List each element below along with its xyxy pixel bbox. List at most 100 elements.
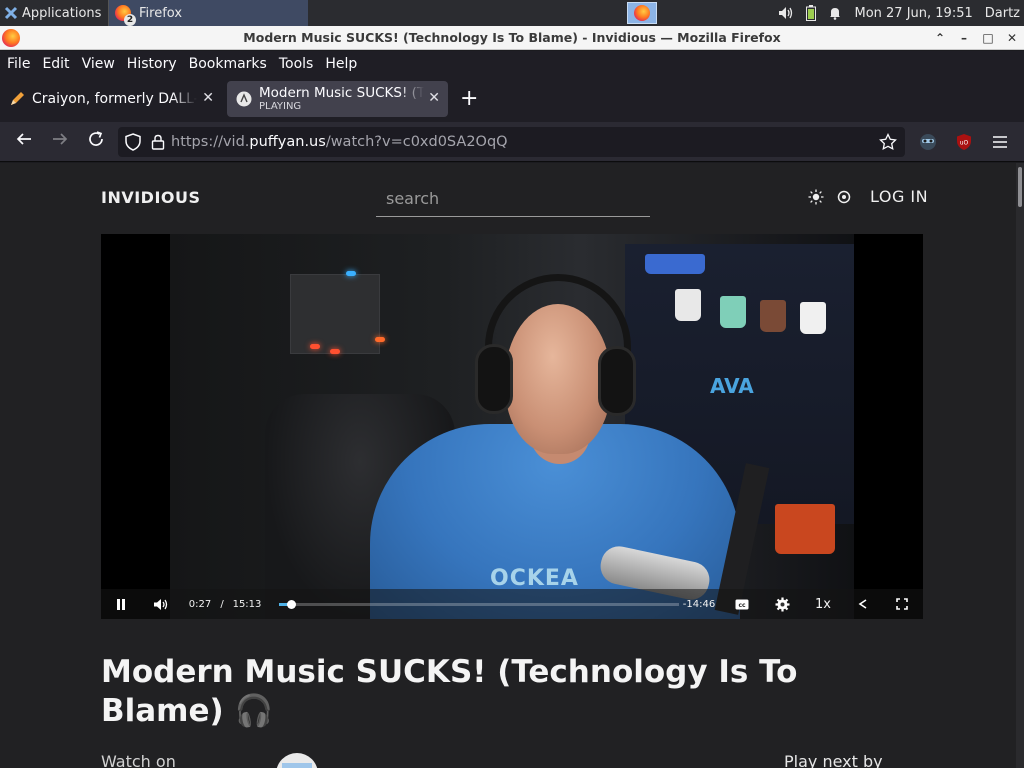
time-separator: / bbox=[220, 598, 224, 610]
progress-bar[interactable] bbox=[279, 600, 679, 609]
video-frame: AVA OCKEA bbox=[170, 234, 854, 619]
maximize-button[interactable]: □ bbox=[982, 31, 994, 45]
mug bbox=[760, 300, 786, 332]
captions-icon[interactable]: cc bbox=[733, 596, 751, 612]
clock[interactable]: Mon 27 Jun, 19:51 bbox=[854, 6, 972, 21]
red-led bbox=[375, 337, 385, 342]
minimize-button[interactable]: – bbox=[958, 31, 970, 45]
share-icon[interactable] bbox=[856, 596, 870, 612]
taskbar-label: Firefox bbox=[139, 5, 183, 21]
invidious-favicon-icon bbox=[236, 91, 252, 107]
url-text[interactable]: https://vid.puffyan.us/watch?v=c0xd0SA2O… bbox=[171, 134, 508, 150]
new-tab-plus-icon[interactable]: + bbox=[460, 87, 478, 111]
preferences-gear-icon[interactable] bbox=[836, 189, 852, 205]
privacy-extension-icon[interactable] bbox=[916, 130, 940, 154]
blue-led bbox=[346, 271, 356, 276]
tab-invidious-active[interactable]: Modern Music SUCKS! (Technology Is To Bl… bbox=[227, 81, 448, 117]
applications-menu[interactable]: Applications ⋮ bbox=[0, 0, 122, 26]
remaining-time: -14:46 bbox=[682, 598, 716, 610]
menu-edit[interactable]: Edit bbox=[38, 56, 73, 72]
navigation-toolbar: https://vid.puffyan.us/watch?v=c0xd0SA2O… bbox=[0, 122, 1024, 162]
menu-bar: File Edit View History Bookmarks Tools H… bbox=[0, 51, 1024, 77]
page-scrollbar[interactable] bbox=[1016, 163, 1024, 768]
reload-icon[interactable] bbox=[84, 130, 108, 154]
panel-tray: Mon 27 Jun, 19:51 Dartz bbox=[778, 0, 1024, 26]
mug bbox=[800, 302, 826, 334]
firefox-icon: 2 bbox=[115, 5, 136, 26]
search-input[interactable]: search bbox=[376, 181, 650, 217]
player-controls: 0:27 / 15:13 -14:46 cc 1x bbox=[101, 589, 923, 619]
shade-button[interactable]: ⌃ bbox=[934, 31, 946, 45]
ava-logo-text: AVA bbox=[710, 374, 754, 398]
progress-handle[interactable] bbox=[287, 600, 296, 609]
current-time: 0:27 bbox=[188, 598, 212, 610]
window-count-badge: 2 bbox=[124, 14, 136, 26]
menu-view[interactable]: View bbox=[78, 56, 119, 72]
fullscreen-icon[interactable] bbox=[895, 596, 909, 612]
firefox-icon bbox=[634, 5, 650, 21]
header-actions: LOG IN bbox=[808, 187, 928, 206]
window-titlebar[interactable]: Modern Music SUCKS! (Technology Is To Bl… bbox=[0, 26, 1024, 50]
bookmark-star-icon[interactable] bbox=[879, 133, 897, 151]
taskbar-firefox[interactable]: 2 Firefox bbox=[108, 0, 308, 26]
audio-rack-equipment bbox=[290, 274, 380, 354]
login-link[interactable]: LOG IN bbox=[870, 187, 928, 206]
close-tab-icon[interactable]: ✕ bbox=[428, 90, 440, 106]
screen: Applications ⋮ 2 Firefox bbox=[0, 0, 1024, 768]
lock-icon[interactable] bbox=[151, 134, 165, 150]
pencil-icon bbox=[11, 92, 24, 105]
tab-strip: Craiyon, formerly DALL-E mini ✕ Modern M… bbox=[0, 77, 1024, 122]
duration: 15:13 bbox=[232, 598, 262, 610]
menu-file[interactable]: File bbox=[3, 56, 34, 72]
watch-on-label: Watch on bbox=[101, 752, 176, 768]
red-led bbox=[310, 344, 320, 349]
applications-label: Applications bbox=[22, 5, 102, 21]
svg-text:cc: cc bbox=[738, 602, 746, 609]
firefox-icon bbox=[2, 29, 20, 47]
xfce-logo-icon bbox=[4, 6, 18, 20]
menu-tools[interactable]: Tools bbox=[275, 56, 318, 72]
tab-label: Modern Music SUCKS! (Technology Is To Bl… bbox=[259, 85, 424, 101]
menu-help[interactable]: Help bbox=[321, 56, 361, 72]
close-tab-icon[interactable]: ✕ bbox=[202, 90, 214, 106]
mug bbox=[675, 289, 701, 321]
channel-avatar[interactable] bbox=[276, 753, 318, 768]
tab-craiyon[interactable]: Craiyon, formerly DALL-E mini ✕ bbox=[0, 81, 222, 117]
scrollbar-thumb[interactable] bbox=[1018, 167, 1022, 207]
box bbox=[775, 504, 835, 554]
menu-bookmarks[interactable]: Bookmarks bbox=[185, 56, 271, 72]
back-arrow-icon[interactable] bbox=[12, 130, 36, 154]
desktop-panel: Applications ⋮ 2 Firefox bbox=[0, 0, 1024, 26]
workspace-firefox-icon[interactable] bbox=[627, 2, 657, 24]
user-name[interactable]: Dartz bbox=[985, 6, 1020, 21]
window-title: Modern Music SUCKS! (Technology Is To Bl… bbox=[243, 30, 781, 45]
invidious-logo[interactable]: INVIDIOUS bbox=[101, 188, 201, 207]
tab-playing-status: PLAYING bbox=[259, 100, 302, 112]
settings-gear-icon[interactable] bbox=[773, 596, 791, 612]
battery-icon[interactable] bbox=[806, 5, 817, 21]
window-controls: ⌃ – □ ✕ bbox=[934, 26, 1018, 50]
person-head bbox=[505, 304, 611, 454]
red-led bbox=[330, 349, 340, 354]
close-window-button[interactable]: ✕ bbox=[1006, 31, 1018, 45]
menu-history[interactable]: History bbox=[123, 56, 181, 72]
tab-label: Craiyon, formerly DALL-E mini bbox=[32, 91, 197, 107]
volume-icon[interactable] bbox=[778, 6, 794, 20]
playback-speed-button[interactable]: 1x bbox=[813, 596, 833, 612]
ublock-origin-icon[interactable]: uO bbox=[952, 130, 976, 154]
hamburger-menu-icon[interactable] bbox=[988, 130, 1012, 154]
notification-bell-icon[interactable] bbox=[828, 6, 842, 20]
theme-toggle-sun-icon[interactable] bbox=[808, 189, 824, 205]
mug bbox=[720, 296, 746, 328]
play-next-label: Play next by bbox=[784, 752, 883, 768]
video-player[interactable]: AVA OCKEA 0:27 / 15:13 -14:46 cc 1x bbox=[101, 234, 923, 619]
headphone-cup bbox=[475, 344, 513, 414]
url-bar[interactable]: https://vid.puffyan.us/watch?v=c0xd0SA2O… bbox=[118, 127, 905, 157]
headphone-cup bbox=[598, 346, 636, 416]
shirt-logo-text: OCKEA bbox=[490, 566, 579, 591]
tracking-shield-icon[interactable] bbox=[125, 133, 141, 151]
box bbox=[645, 254, 705, 274]
forward-arrow-icon[interactable] bbox=[48, 130, 72, 154]
pause-icon[interactable] bbox=[113, 596, 129, 612]
volume-icon[interactable] bbox=[152, 596, 170, 612]
